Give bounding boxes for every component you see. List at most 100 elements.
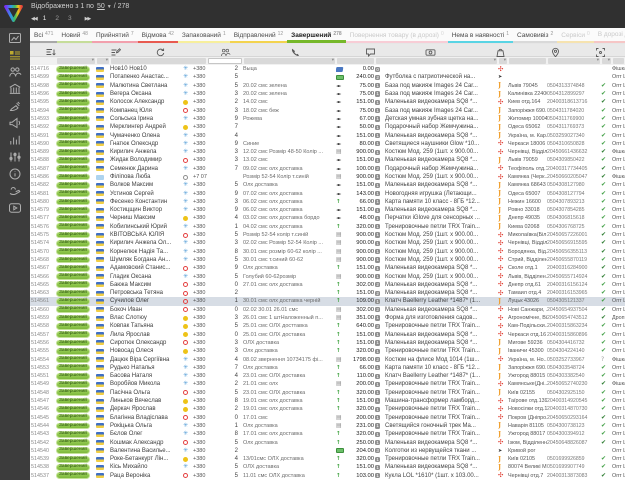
page-number[interactable]: 3 (68, 15, 72, 22)
hand-write-icon[interactable] (8, 99, 22, 113)
dashboard-icon[interactable] (8, 31, 22, 45)
order-row[interactable]: 514574ЗавершенийКирилич Анжела Ол...+380… (30, 239, 625, 247)
order-row[interactable]: 514579ЗавершенийКостицщин Виктор+380906.… (30, 206, 625, 214)
order-row[interactable]: 514557ЗавершенийЛила Ярослав+380025.01 с… (30, 331, 625, 339)
location-icon[interactable] (550, 45, 561, 56)
order-row[interactable]: 514587ЗавершенийСеменюк Дарина+380709.02… (30, 165, 625, 173)
status-tab[interactable]: В дорозі додому (594, 28, 625, 43)
orders-icon[interactable] (8, 48, 22, 62)
order-row[interactable]: 514553ЗавершенийРудько Наталья+3807Олх д… (30, 364, 625, 372)
filter-input-delivery[interactable] (499, 58, 507, 64)
status-tab[interactable]: Нема в наявності1 (448, 28, 513, 43)
order-row[interactable]: 514559ЗавершенийВлас Слотюу+380326.01 см… (30, 314, 625, 322)
order-row[interactable]: 514554ЗавершенийДацюк Віра Сергіївна+380… (30, 355, 625, 363)
clients-icon[interactable] (220, 45, 231, 56)
order-row[interactable]: 514576ЗавершенийКобилинський Юрий+380104… (30, 223, 625, 231)
order-row[interactable]: 514542ЗавершенийКошмак Александр+3805Олх… (30, 438, 625, 446)
status-tab[interactable]: Прийнятий7 (92, 28, 138, 43)
order-row[interactable]: 514538ЗавершенийКісь Михайло+3805ОЛХ дос… (30, 463, 625, 471)
status-tab[interactable]: Всі471 (30, 28, 57, 43)
filter-input-client[interactable] (111, 58, 206, 64)
filter-input-check[interactable] (602, 58, 611, 64)
first-page-button[interactable]: ◀◀ (31, 16, 37, 22)
filter-input-flag[interactable] (97, 58, 109, 64)
filter-input-ttn[interactable] (548, 58, 600, 64)
video-icon[interactable] (8, 201, 22, 215)
stats-icon[interactable] (8, 133, 22, 147)
order-row[interactable]: 514555ЗавершенийНовосад Олеся+3803Олх до… (30, 347, 625, 355)
info-icon[interactable] (8, 167, 22, 181)
order-row[interactable]: 514588ЗавершенийЖидак Володимир+380313.0… (30, 156, 625, 164)
status-tab[interactable]: Самовивіз2 (513, 28, 557, 43)
order-row[interactable]: 514543ЗавершенийБєлов Олег+380817.01 смс… (30, 430, 625, 438)
order-row[interactable]: 514577ЗавершенийЧерниш Максим+380403.02 … (30, 214, 625, 222)
order-row[interactable]: 514570ЗавершенийКорнелюк Надія Та...+380… (30, 248, 625, 256)
order-row[interactable]: 514539ЗавершенийРоке-Бетанкурт Лін...+38… (30, 455, 625, 463)
order-row[interactable]: 514598ЗавершенийМалютина Светлана+380520… (30, 82, 625, 90)
order-row[interactable]: 514580ЗавершенийФесенко Константин+38030… (30, 198, 625, 206)
order-row[interactable]: 514566ЗавершенийГладик Оксана+3805Голуби… (30, 272, 625, 280)
order-row[interactable]: 514589ЗавершенийКирилич Анжела+380312.02… (30, 148, 625, 156)
order-row[interactable]: 514716ЗавершенийНов10 Нов10+3802Выца0.00… (30, 65, 625, 73)
filter-input-product[interactable] (376, 58, 497, 64)
order-row[interactable]: 514586ЗавершенийФіліпова Люба+7 07Розмір… (30, 173, 625, 181)
bank-icon[interactable] (8, 82, 22, 96)
order-row[interactable]: 514551ЗавершенийБасова Наталя+380423.01 … (30, 372, 625, 380)
page-number[interactable]: 2 (55, 15, 59, 22)
order-row[interactable]: 514567ЗавершенийАдамовский Станис...+380… (30, 264, 625, 272)
order-row[interactable]: 514563ЗавершенийПетровська Тетяна+380215… (30, 289, 625, 297)
order-row[interactable]: 514595ЗавершенийКолосок Александр+380214… (30, 98, 625, 106)
app-logo-icon[interactable] (3, 3, 24, 24)
megaphone-icon[interactable] (8, 116, 22, 130)
status-tab[interactable]: Запакований1 (178, 28, 230, 43)
filter-input-phone[interactable] (208, 58, 242, 64)
order-row[interactable]: 514599ЗавершенийПотапенко Анастас...+380… (30, 73, 625, 81)
order-row[interactable]: 514556ЗавершенийСиротюк Олександр+3803ОЛ… (30, 339, 625, 347)
status-tab[interactable]: Сервіси0 (557, 28, 593, 43)
products-icon[interactable] (495, 45, 506, 56)
last-page-button[interactable]: ▶▶ (85, 16, 91, 22)
order-row[interactable]: 514565ЗавершенийБаюка Максим+380027.01 с… (30, 281, 625, 289)
filter-input-status[interactable] (57, 58, 95, 64)
order-row[interactable]: 514547ЗавершенийЛиньков Вячеслав+380819.… (30, 397, 625, 405)
order-row[interactable]: 514544ЗавершенийРокіцька Ольга+3801Олх д… (30, 422, 625, 430)
order-row[interactable]: 514575ЗавершенийКВІТОВСЬКА ЮЛІЯ+3805Розм… (30, 231, 625, 239)
order-row[interactable]: 514592ЗавершенийМерклингер Андрей+380750… (30, 123, 625, 131)
order-row[interactable]: 514591ЗавершенийЧумаченко Олена+3804151.… (30, 131, 625, 139)
status-tab[interactable]: Повернення товару (в дорозі)0 (346, 28, 448, 43)
order-row[interactable]: 514545ЗавершенийБлагінна Владіслава+3800… (30, 413, 625, 421)
status-tab[interactable]: Відмова42 (138, 28, 178, 43)
actions-icon[interactable] (595, 45, 606, 56)
filter-input-city[interactable] (509, 58, 546, 64)
order-row[interactable]: 514581ЗавершенийУстинов Сергей+380907.02… (30, 189, 625, 197)
page-number[interactable]: 1 (43, 15, 47, 22)
filter-input-manager[interactable] (613, 58, 624, 64)
order-row[interactable]: 514548ЗавершенийПасічна Ольга+380523.01 … (30, 389, 625, 397)
order-row[interactable]: 514594ЗавершенийКомпанец Юля+380318.02 с… (30, 106, 625, 114)
order-row[interactable]: 514537ЗавершенийРаца Вероніка+380511.01 … (30, 472, 625, 480)
clients-icon[interactable] (8, 65, 22, 79)
edit-list-icon[interactable] (110, 45, 121, 56)
filter-input-comment[interactable] (244, 58, 335, 64)
order-row[interactable]: 514596ЗавершенийВегера Оксана+380320.02 … (30, 90, 625, 98)
order-row[interactable]: 514568ЗавершенийШумляк Богдана Ан...+380… (30, 256, 625, 264)
filter-input-payment[interactable] (337, 58, 374, 64)
order-row[interactable]: 514582ЗавершенийВолков Максим+3805Олх до… (30, 181, 625, 189)
payment-icon[interactable] (425, 45, 436, 56)
flow-icon[interactable] (8, 150, 22, 164)
comment-icon[interactable] (365, 45, 376, 56)
page-size-dropdown[interactable]: 50 (97, 3, 105, 10)
order-row[interactable]: 514593ЗавершенийСольська Ірина+3809Рожев… (30, 115, 625, 123)
sort-icon[interactable] (45, 45, 56, 56)
order-row[interactable]: 514546ЗавершенийДеркач Ярослав+380219.01… (30, 405, 625, 413)
order-row[interactable]: 514549ЗавершенийВоробйов Микола+380221.0… (30, 380, 625, 388)
care-icon[interactable] (8, 184, 22, 198)
order-row[interactable]: 514590ЗавершенийГнатюк Олексндр+3809Сини… (30, 140, 625, 148)
order-row[interactable]: 514558ЗавершенийКовпак Татьяна+380525.01… (30, 322, 625, 330)
order-row[interactable]: 514560ЗавершенийБокоч Иван+380002.02 30.… (30, 306, 625, 314)
order-row[interactable]: 514561ЗавершенийСучилов Олег+380130.01 с… (30, 297, 625, 305)
refresh-icon[interactable] (155, 45, 166, 56)
order-row[interactable]: 514540ЗавершенийВалентина Василье...+380… (30, 447, 625, 455)
phone-icon[interactable] (290, 45, 301, 56)
status-tab[interactable]: Новий48 (57, 28, 92, 43)
